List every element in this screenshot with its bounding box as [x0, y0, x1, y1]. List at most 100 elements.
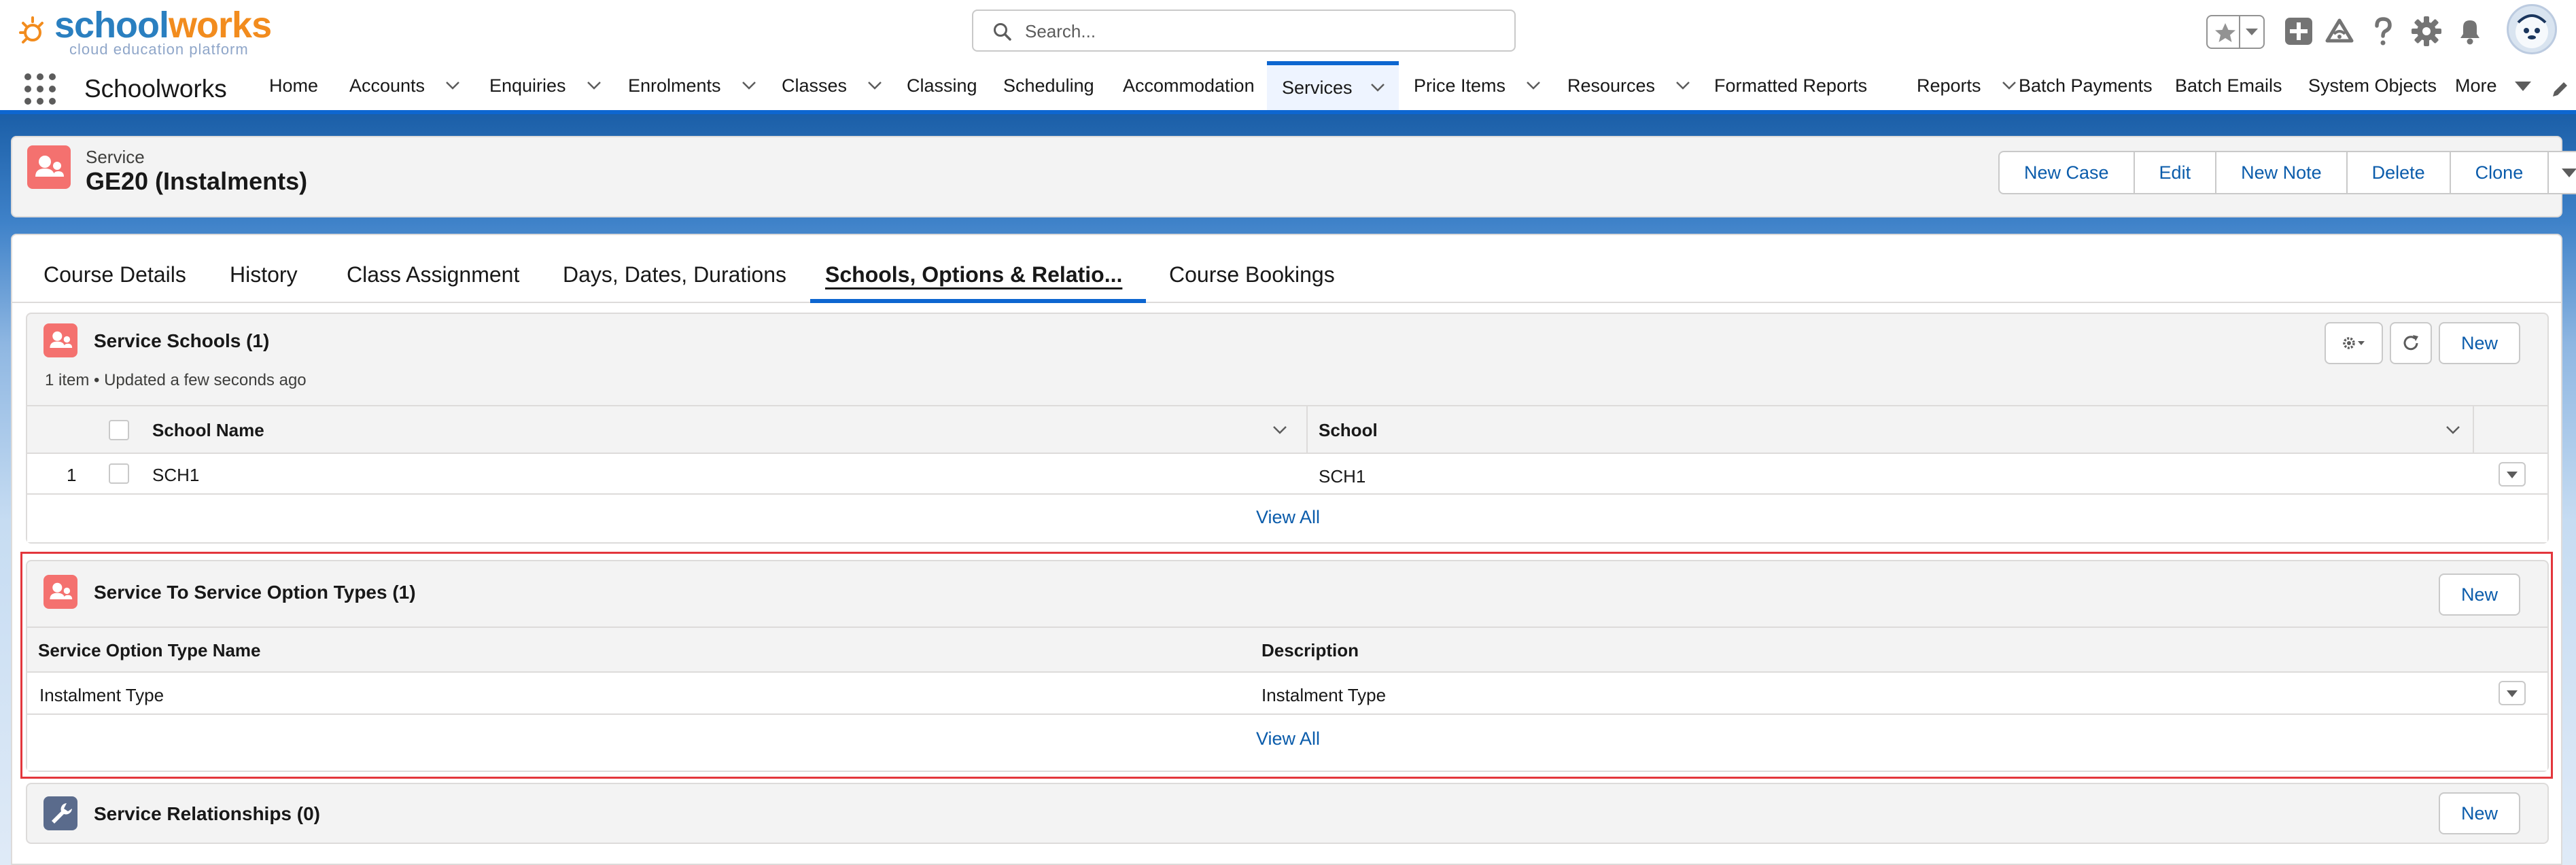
user-avatar[interactable] [2507, 4, 2557, 54]
chevron-down-icon[interactable] [2515, 82, 2531, 91]
tab-history[interactable]: History [230, 262, 298, 287]
table-row: 1 SCH1 SCH1 [27, 454, 2547, 495]
logo-wordmark: schoolworks [54, 4, 272, 46]
column-header-school-name[interactable]: School Name [152, 420, 264, 441]
new-service-option-type-button[interactable]: New [2439, 573, 2520, 616]
chevron-down-icon[interactable] [587, 81, 602, 90]
more-actions-button[interactable] [2549, 152, 2576, 193]
chevron-down-icon[interactable] [1272, 425, 1287, 435]
chevron-down-icon[interactable] [2446, 425, 2460, 435]
nav-item-accommodation[interactable]: Accommodation [1123, 61, 1255, 110]
setup-gear-icon[interactable] [2410, 15, 2443, 48]
tab-course-bookings[interactable]: Course Bookings [1169, 262, 1335, 287]
help-icon[interactable] [2367, 15, 2399, 48]
app-launcher-icon[interactable] [24, 73, 56, 105]
service-schools-icon [43, 323, 77, 357]
chevron-down-icon[interactable] [1526, 81, 1541, 90]
nav-item-classing[interactable]: Classing [907, 61, 977, 110]
cell-option-type-link[interactable]: Instalment Type [39, 685, 164, 706]
new-service-relationship-button[interactable]: New [2439, 792, 2520, 834]
service-record-icon [27, 145, 71, 189]
nav-item-classes[interactable]: Classes [782, 61, 882, 110]
nav-item-resources[interactable]: Resources [1567, 61, 1690, 110]
service-relationships-title[interactable]: Service Relationships (0) [94, 803, 320, 825]
global-header: schoolworks cloud education platform [0, 0, 2576, 61]
list-settings-button[interactable] [2325, 322, 2383, 364]
cell-school-name: SCH1 [152, 465, 200, 485]
search-input[interactable] [1025, 18, 1501, 45]
row-actions-button[interactable] [2499, 681, 2526, 705]
nav-item-more[interactable]: More [2455, 61, 2497, 110]
edit-button[interactable]: Edit [2135, 152, 2217, 193]
nav-item-scheduling[interactable]: Scheduling [1003, 61, 1094, 110]
record-action-buttons: New Case Edit New Note Delete Clone [1998, 151, 2576, 194]
column-header-service-option-type-name[interactable]: Service Option Type Name [38, 640, 261, 661]
global-search[interactable] [972, 10, 1516, 52]
nav-label: Enrolments [628, 75, 721, 96]
trailhead-guidance-icon[interactable] [2323, 15, 2356, 48]
nav-label: Price Items [1414, 75, 1506, 96]
edit-nav-pencil-icon[interactable] [2550, 79, 2571, 99]
new-case-button[interactable]: New Case [2000, 152, 2135, 193]
view-all-link[interactable]: View All [1256, 728, 1320, 749]
chevron-down-icon[interactable] [2246, 29, 2258, 35]
service-schools-subtitle: 1 item • Updated a few seconds ago [45, 371, 307, 389]
notifications-bell-icon[interactable] [2454, 15, 2486, 48]
service-option-types-icon [43, 575, 77, 609]
new-service-school-button[interactable]: New [2439, 322, 2520, 364]
sun-logo-icon [19, 16, 43, 43]
app-name: Schoolworks [84, 75, 227, 103]
new-note-button[interactable]: New Note [2216, 152, 2348, 193]
service-option-types-title[interactable]: Service To Service Option Types (1) [94, 582, 416, 603]
row-actions-button[interactable] [2499, 462, 2526, 487]
nav-item-batch-payments[interactable]: Batch Payments [2019, 61, 2153, 110]
chevron-down-icon[interactable] [445, 81, 460, 90]
nav-item-batch-emails[interactable]: Batch Emails [2175, 61, 2282, 110]
nav-label: More [2455, 75, 2497, 96]
nav-label: Accounts [349, 75, 425, 96]
global-actions-add-icon[interactable] [2282, 15, 2315, 48]
record-tabs: Course Details History Class Assignment … [12, 235, 2561, 303]
table-header-row: Service Option Type Name Description [27, 626, 2547, 673]
cell-school-link[interactable]: SCH1 [1319, 466, 1365, 487]
record-title: GE20 (Instalments) [86, 167, 308, 195]
select-all-checkbox[interactable] [109, 420, 129, 440]
tab-days-dates-durations[interactable]: Days, Dates, Durations [563, 262, 786, 287]
row-checkbox[interactable] [109, 463, 129, 484]
nav-item-reports[interactable]: Reports [1917, 61, 2017, 110]
delete-button[interactable]: Delete [2348, 152, 2451, 193]
chevron-down-icon[interactable] [1675, 81, 1690, 90]
nav-item-enrolments[interactable]: Enrolments [628, 61, 756, 110]
chevron-down-icon [2507, 472, 2518, 478]
column-header-description[interactable]: Description [1261, 640, 1359, 661]
clone-button[interactable]: Clone [2451, 152, 2549, 193]
chevron-down-icon[interactable] [2002, 81, 2017, 90]
nav-item-accounts[interactable]: Accounts [349, 61, 460, 110]
chevron-down-icon[interactable] [1370, 83, 1385, 92]
logo-tagline: cloud education platform [69, 41, 249, 58]
favorites-button-group[interactable] [2206, 15, 2265, 49]
nav-item-home[interactable]: Home [269, 61, 318, 110]
nav-item-price-items[interactable]: Price Items [1414, 61, 1541, 110]
column-header-school[interactable]: School [1319, 420, 1378, 441]
chevron-down-icon[interactable] [742, 81, 756, 90]
service-schools-title[interactable]: Service Schools (1) [94, 330, 269, 352]
nav-item-system-objects[interactable]: System Objects [2308, 61, 2437, 110]
refresh-button[interactable] [2390, 322, 2432, 364]
wrench-icon [43, 796, 77, 830]
view-all-link[interactable]: View All [1256, 507, 1320, 528]
nav-item-services[interactable]: Services [1267, 61, 1399, 110]
gear-icon [2343, 337, 2365, 349]
tab-course-details[interactable]: Course Details [43, 262, 186, 287]
nav-label: System Objects [2308, 75, 2437, 96]
nav-label: Enquiries [489, 75, 566, 96]
star-icon[interactable] [2213, 22, 2238, 43]
divider [1306, 406, 1308, 454]
nav-item-enquiries[interactable]: Enquiries [489, 61, 602, 110]
nav-item-formatted-reports[interactable]: Formatted Reports [1714, 61, 1867, 110]
chevron-down-icon[interactable] [867, 81, 882, 90]
tab-schools-options-relationships[interactable]: Schools, Options & Relatio... [825, 262, 1122, 287]
row-number: 1 [67, 465, 77, 485]
nav-label: Reports [1917, 75, 1981, 96]
tab-class-assignment[interactable]: Class Assignment [347, 262, 519, 287]
